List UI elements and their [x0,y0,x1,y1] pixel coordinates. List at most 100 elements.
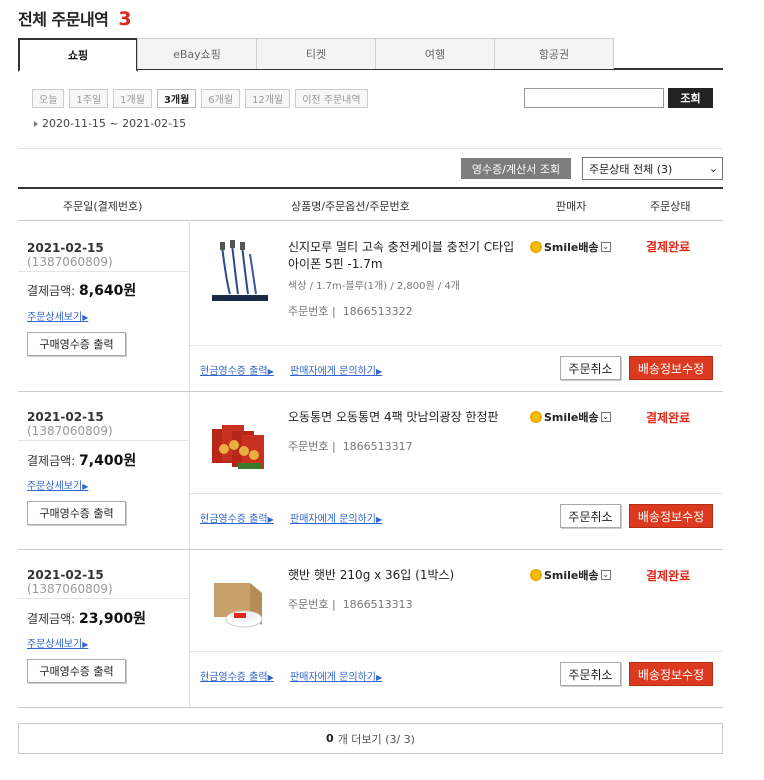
status-filter-value: 주문상태 전체 (3) [589,162,673,176]
divider [18,598,190,599]
payment-amount: 결제금액: 7,400원 [27,450,136,470]
payment-number: (1387060809) [27,582,113,596]
order-number-value: 1866513313 [342,598,413,611]
tab-travel[interactable]: 여행 [375,38,495,69]
order-date-value: 2021-02-15 [27,568,104,582]
date-range-text: 2020-11-15 ~ 2021-02-15 [42,117,187,130]
order-number-label: 주문번호 | [288,305,336,318]
currency-unit: 원 [123,453,137,469]
payment-amount: 결제금액: 23,900원 [27,608,146,628]
period-6month-button[interactable]: 6개월 [201,89,241,108]
tab-ticket[interactable]: 티켓 [256,38,376,69]
product-name[interactable]: 신지모루 멀티 고속 충전케이블 충전기 C타입 아이폰 5핀 -1.7m [288,239,523,273]
contact-seller-label: 판매자에게 문의하기 [290,672,376,683]
seller-smile[interactable]: Smile배송 ⌄ [530,567,611,583]
order-row: 2021-02-15 (1387060809) 결제금액: 8,640원 주문상… [18,222,723,392]
order-date: 2021-02-15 (1387060809) [27,241,189,269]
order-detail-link[interactable]: 주문상세보기▶ [27,308,88,323]
order-number: 주문번호 | 1866513313 [288,596,413,612]
tab-shopping[interactable]: 쇼핑 [18,38,138,72]
col-product: 상품명/주문옵션/주문번호 [291,200,410,213]
edit-shipping-button[interactable]: 배송정보수정 [629,356,713,380]
col-seller: 판매자 [556,200,587,213]
order-detail-link[interactable]: 주문상세보기▶ [27,635,88,650]
order-row: 2021-02-15 (1387060809) 결제금액: 23,900원 주문… [18,551,723,708]
order-status: 결제완료 [646,411,691,425]
arrow-right-icon: ▶ [375,515,383,524]
contact-seller-link[interactable]: 판매자에게 문의하기▶ [290,510,382,525]
chevron-down-icon: ⌄ [708,162,718,175]
cancel-order-button[interactable]: 주문취소 [560,662,621,686]
amount-label: 결제금액: [27,284,76,298]
cash-receipt-link[interactable]: 현금영수증 출력▶ [200,362,274,377]
period-12month-button[interactable]: 12개월 [245,89,291,108]
receipt-lookup-button[interactable]: 영수증/계산서 조회 [461,158,571,179]
product-option: 색상 / 1.7m-블루(1개) / 2,800원 / 4개 [288,281,460,292]
edit-shipping-button[interactable]: 배송정보수정 [629,504,713,528]
purchase-receipt-button[interactable]: 구매영수증 출력 [27,659,126,683]
smile-logo-icon [530,569,542,581]
tab-airline[interactable]: 항공권 [494,38,614,69]
divider [190,345,723,346]
divider [18,148,723,149]
cash-receipt-link[interactable]: 현금영수증 출력▶ [200,668,274,683]
smile-logo-icon [530,411,542,423]
order-date-value: 2021-02-15 [27,410,104,424]
status-filter-select[interactable]: 주문상태 전체 (3) ⌄ [582,157,723,180]
cash-receipt-link[interactable]: 현금영수증 출력▶ [200,510,274,525]
tab-ebay-shopping[interactable]: eBay쇼핑 [137,38,257,69]
category-tabs: 쇼핑 eBay쇼핑 티켓 여행 항공권 [18,38,723,72]
noodle-pack-icon [210,411,270,473]
cable-icon [210,240,270,302]
triangle-bullet-icon [34,120,38,127]
period-3month-button[interactable]: 3개월 [156,89,197,108]
order-number-value: 1866513322 [342,305,413,318]
cash-receipt-label: 현금영수증 출력 [200,672,268,683]
period-filter: 오늘 1주일 1개월 3개월 6개월 12개월 이전 주문내역 [32,89,368,108]
seller-smile[interactable]: Smile배송 ⌄ [530,239,611,255]
seller-label: Smile배송 [544,411,599,424]
col-status: 주문상태 [650,200,691,213]
seller-smile[interactable]: Smile배송 ⌄ [530,409,611,425]
divider [18,271,190,272]
period-1week-button[interactable]: 1주일 [69,89,109,108]
order-detail-label: 주문상세보기 [27,312,83,323]
page-header: 전체 주문내역 3 [18,6,132,30]
cash-receipt-label: 현금영수증 출력 [200,366,268,377]
order-count: 3 [118,8,132,30]
period-1month-button[interactable]: 1개월 [113,89,152,108]
divider [190,493,723,494]
period-previous-orders-button[interactable]: 이전 주문내역 [295,89,368,108]
cancel-order-button[interactable]: 주문취소 [560,356,621,380]
rice-box-icon [210,569,270,631]
contact-seller-link[interactable]: 판매자에게 문의하기▶ [290,362,382,377]
arrow-right-icon: ▶ [82,482,89,491]
payment-number: (1387060809) [27,424,113,438]
dropdown-box-icon: ⌄ [600,242,611,252]
amount-label: 결제금액: [27,454,76,468]
edit-shipping-button[interactable]: 배송정보수정 [629,662,713,686]
divider [18,440,190,441]
cancel-order-button[interactable]: 주문취소 [560,504,621,528]
order-number: 주문번호 | 1866513322 [288,303,413,319]
order-date: 2021-02-15 (1387060809) [27,410,189,438]
purchase-receipt-button[interactable]: 구매영수증 출력 [27,332,126,356]
purchase-receipt-button[interactable]: 구매영수증 출력 [27,501,126,525]
more-text: 개 더보기 (3/ 3) [337,732,415,746]
order-date-value: 2021-02-15 [27,241,104,255]
period-today-button[interactable]: 오늘 [32,89,65,108]
product-name[interactable]: 햇반 햇반 210g x 36입 (1박스) [288,567,523,584]
order-number-value: 1866513317 [342,440,413,453]
order-row: 2021-02-15 (1387060809) 결제금액: 7,400원 주문상… [18,393,723,550]
currency-unit: 원 [123,283,137,299]
order-summary: 2021-02-15 (1387060809) 결제금액: 8,640원 주문상… [18,222,190,391]
more-count: 0 [326,732,334,745]
search-button[interactable]: 조회 [668,88,713,108]
load-more-button[interactable]: 0 개 더보기 (3/ 3) [18,723,723,754]
product-name[interactable]: 오동통면 오동통면 4팩 맛남의광장 한정판 [288,409,523,426]
order-detail-link[interactable]: 주문상세보기▶ [27,477,88,492]
arrow-right-icon: ▶ [375,367,383,376]
date-range: 2020-11-15 ~ 2021-02-15 [34,117,186,130]
contact-seller-link[interactable]: 판매자에게 문의하기▶ [290,668,382,683]
search-input[interactable] [524,88,664,108]
